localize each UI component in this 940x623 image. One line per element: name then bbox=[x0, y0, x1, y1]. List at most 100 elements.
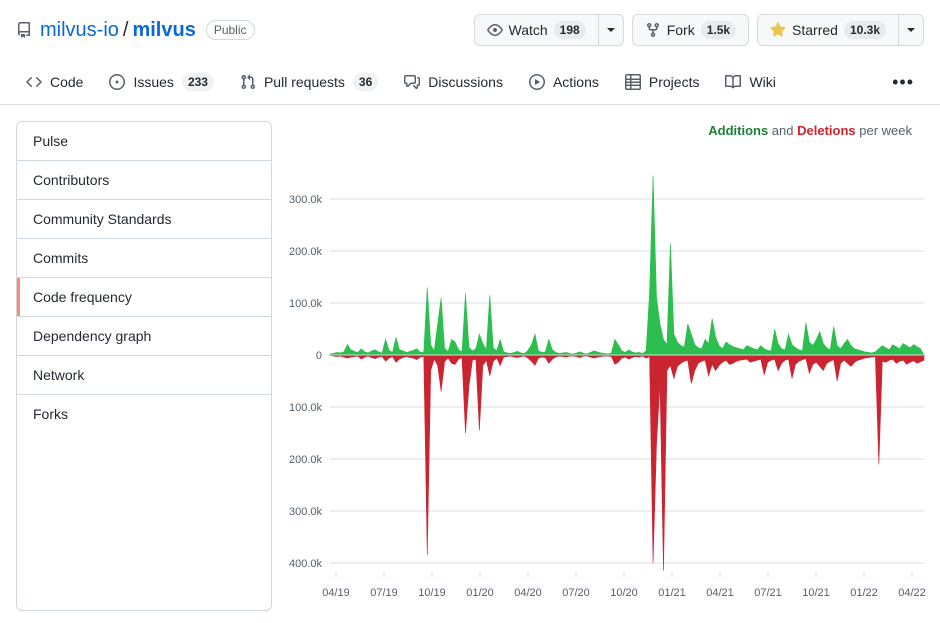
x-axis-tick-label: 04/19 bbox=[322, 587, 350, 599]
play-icon bbox=[529, 74, 545, 90]
x-axis-tick-label: 01/20 bbox=[466, 587, 494, 599]
x-axis-tick-label: 07/20 bbox=[562, 587, 590, 599]
repo-header-actions: Watch 198 Fork 1.5k bbox=[474, 14, 925, 46]
nav-overflow-button[interactable]: ••• bbox=[882, 71, 924, 93]
legend-conjunction: and bbox=[768, 123, 797, 138]
code-frequency-svg: 300.0k 200.0k 100.0k 0 100.0k 200.0k 300.0k 400… bbox=[272, 141, 932, 611]
legend-deletions-label: Deletions bbox=[797, 123, 856, 138]
watch-count: 198 bbox=[554, 21, 586, 39]
nav-item-wiki[interactable]: Wiki bbox=[715, 66, 785, 98]
code-frequency-panel: Additions and Deletions per week 300.0k 2… bbox=[288, 121, 932, 611]
sidebar-item-forks[interactable]: Forks bbox=[17, 395, 271, 433]
nav-item-code[interactable]: Code bbox=[16, 66, 93, 98]
visibility-badge: Public bbox=[206, 20, 255, 40]
sidebar-item-network[interactable]: Network bbox=[17, 356, 271, 395]
nav-item-pull-requests[interactable]: Pull requests 36 bbox=[230, 65, 388, 99]
x-axis-tick-label: 10/21 bbox=[802, 587, 830, 599]
watch-button-group[interactable]: Watch 198 bbox=[474, 14, 624, 46]
x-axis-tick-label: 07/21 bbox=[754, 587, 782, 599]
issue-opened-icon bbox=[109, 74, 125, 90]
fork-button-group[interactable]: Fork 1.5k bbox=[632, 14, 749, 46]
x-axis-tick-label: 04/22 bbox=[898, 587, 926, 599]
nav-label-code: Code bbox=[50, 74, 83, 90]
y-axis-tick-label: 300.0k bbox=[289, 194, 323, 206]
sidebar-item-label: Community Standards bbox=[33, 211, 172, 227]
repo-owner-link[interactable]: milvus-io bbox=[40, 18, 119, 43]
chevron-down-icon bbox=[907, 28, 915, 32]
y-axis-tick-label: 200.0k bbox=[289, 454, 323, 466]
x-axis-tick-label: 10/19 bbox=[418, 587, 446, 599]
sidebar-item-commits[interactable]: Commits bbox=[17, 239, 271, 278]
issues-count: 233 bbox=[182, 73, 214, 91]
y-axis-tick-label: 300.0k bbox=[289, 506, 323, 518]
star-count: 10.3k bbox=[844, 21, 886, 39]
nav-item-issues[interactable]: Issues 233 bbox=[99, 65, 224, 99]
sidebar-item-label: Dependency graph bbox=[33, 328, 151, 344]
deletions-area bbox=[330, 355, 924, 571]
repo-forked-icon bbox=[645, 22, 661, 38]
y-axis-tick-label: 100.0k bbox=[289, 298, 323, 310]
y-axis-tick-label: 200.0k bbox=[289, 246, 323, 258]
sidebar-item-dependency-graph[interactable]: Dependency graph bbox=[17, 317, 271, 356]
code-icon bbox=[26, 74, 42, 90]
watch-dropdown-button[interactable] bbox=[598, 15, 623, 45]
watch-button[interactable]: Watch 198 bbox=[475, 15, 598, 45]
x-axis-tick-label: 01/22 bbox=[850, 587, 878, 599]
nav-label-projects: Projects bbox=[649, 74, 700, 90]
additions-area bbox=[330, 176, 924, 355]
repo-icon bbox=[16, 22, 32, 38]
star-dropdown-button[interactable] bbox=[898, 15, 923, 45]
book-icon bbox=[725, 74, 741, 90]
star-fill-icon bbox=[770, 22, 786, 38]
sidebar-item-label: Network bbox=[33, 367, 84, 383]
nav-label-actions: Actions bbox=[553, 74, 599, 90]
sidebar-item-label: Forks bbox=[33, 406, 68, 422]
fork-label: Fork bbox=[667, 22, 695, 38]
x-axis-tick-label: 04/21 bbox=[706, 587, 734, 599]
repo-separator: / bbox=[123, 18, 129, 43]
x-axis-tick-label: 01/21 bbox=[658, 587, 686, 599]
star-button-group[interactable]: Starred 10.3k bbox=[757, 14, 924, 46]
repo-name-link[interactable]: milvus bbox=[132, 18, 195, 43]
nav-label-pull-requests: Pull requests bbox=[264, 74, 345, 90]
sidebar-item-label: Code frequency bbox=[33, 289, 132, 305]
nav-label-wiki: Wiki bbox=[749, 74, 775, 90]
sidebar-item-label: Pulse bbox=[33, 133, 68, 149]
chart-legend: Additions and Deletions per week bbox=[288, 121, 932, 141]
repo-title: milvus-io / milvus Public bbox=[16, 18, 255, 43]
nav-label-issues: Issues bbox=[133, 74, 173, 90]
pull-requests-count: 36 bbox=[353, 73, 378, 91]
starred-label: Starred bbox=[792, 22, 838, 38]
nav-item-actions[interactable]: Actions bbox=[519, 66, 609, 98]
fork-count: 1.5k bbox=[701, 21, 736, 39]
chevron-down-icon bbox=[607, 28, 615, 32]
sidebar-item-label: Contributors bbox=[33, 172, 109, 188]
legend-additions-label: Additions bbox=[708, 123, 768, 138]
comment-discussion-icon bbox=[404, 74, 420, 90]
eye-icon bbox=[487, 22, 503, 38]
nav-item-projects[interactable]: Projects bbox=[615, 66, 710, 98]
sidebar-item-pulse[interactable]: Pulse bbox=[17, 122, 271, 161]
starred-button[interactable]: Starred 10.3k bbox=[758, 15, 898, 45]
y-axis-tick-label: 400.0k bbox=[289, 558, 323, 570]
nav-label-discussions: Discussions bbox=[428, 74, 503, 90]
page-body: Pulse Contributors Community Standards C… bbox=[0, 105, 940, 623]
sidebar-item-community-standards[interactable]: Community Standards bbox=[17, 200, 271, 239]
sidebar-item-label: Commits bbox=[33, 250, 88, 266]
legend-suffix: per week bbox=[856, 123, 912, 138]
table-icon bbox=[625, 74, 641, 90]
sidebar-item-code-frequency[interactable]: Code frequency bbox=[17, 278, 271, 317]
repo-nav: Code Issues 233 Pull requests 36 Discuss… bbox=[0, 60, 940, 105]
x-axis-tick-label: 04/20 bbox=[514, 587, 542, 599]
y-axis-tick-label: 100.0k bbox=[289, 402, 323, 414]
git-pull-request-icon bbox=[240, 74, 256, 90]
nav-item-discussions[interactable]: Discussions bbox=[394, 66, 513, 98]
sidebar-item-contributors[interactable]: Contributors bbox=[17, 161, 271, 200]
code-frequency-chart[interactable]: 300.0k 200.0k 100.0k 0 100.0k 200.0k 300.0k 400… bbox=[272, 141, 932, 611]
x-axis-tick-label: 10/20 bbox=[610, 587, 638, 599]
fork-button[interactable]: Fork 1.5k bbox=[633, 15, 748, 45]
insights-sidebar: Pulse Contributors Community Standards C… bbox=[16, 121, 272, 611]
repo-header: milvus-io / milvus Public Watch 198 bbox=[0, 0, 940, 60]
y-axis-tick-label: 0 bbox=[316, 350, 322, 362]
watch-label: Watch bbox=[509, 22, 548, 38]
